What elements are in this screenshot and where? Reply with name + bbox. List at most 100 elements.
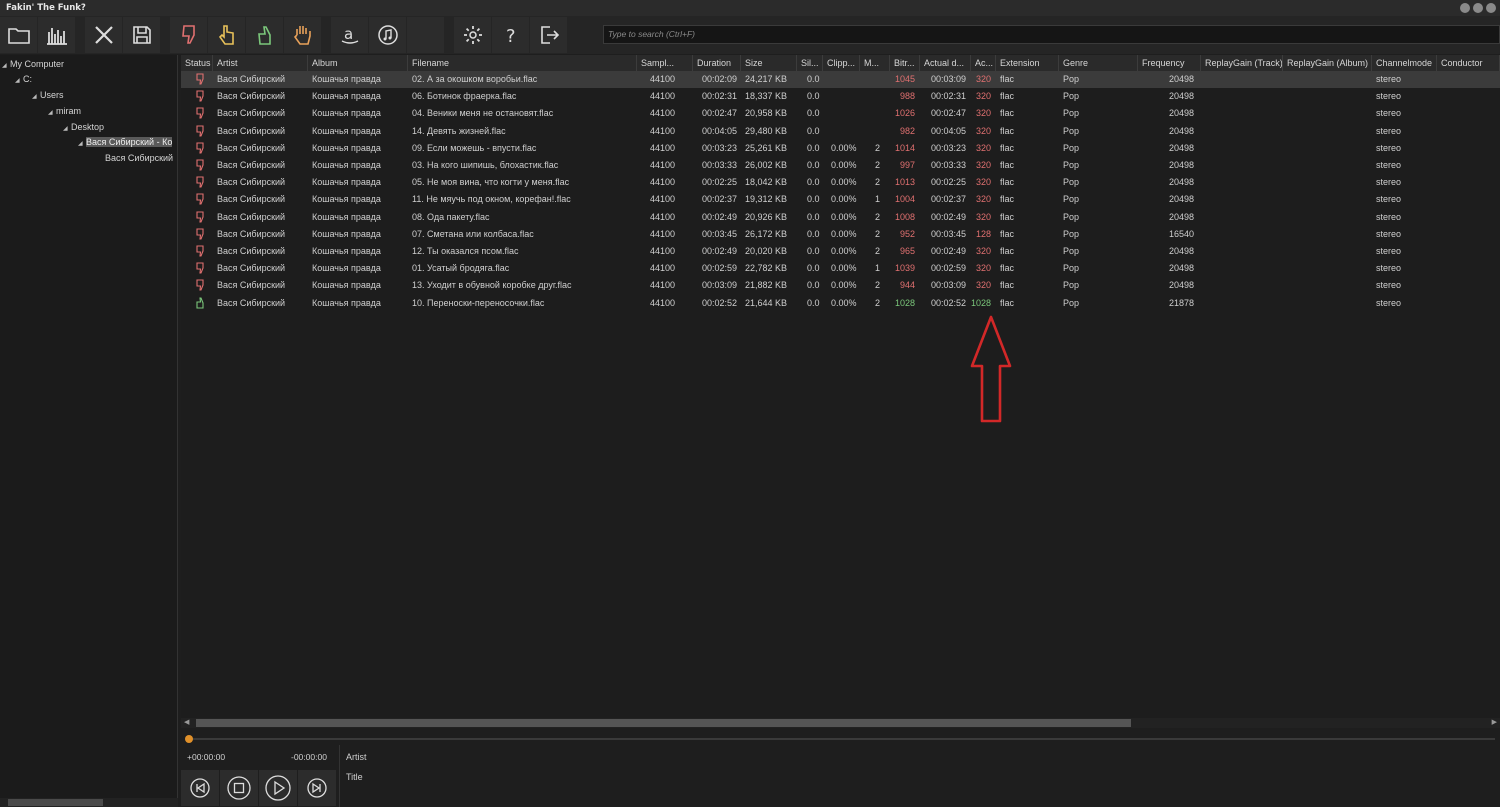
cell-sample: 44100 [649,160,675,170]
cell-filename: 06. Ботинок фраерка.flac [412,91,517,102]
thumbs-down-icon [191,105,209,122]
column-header[interactable]: M... [860,55,890,71]
tree-item-my-computer[interactable]: ◢ My Computer [2,57,64,71]
tree-scrollbar-thumb[interactable] [8,799,103,806]
table-row[interactable]: Вася Сибирский Кошачья правда 09. Если мож… [181,140,1500,157]
column-header[interactable]: ReplayGain (Track) [1201,55,1283,71]
cell-artist: Вася Сибирский [217,91,286,102]
cell-clip [827,123,860,140]
mark-good-button[interactable] [246,17,283,53]
table-horizontal-scrollbar[interactable]: ◀ ▶ [181,718,1500,728]
column-header[interactable]: Sil... [797,55,823,71]
cell-ac: 320 [975,177,991,188]
table-row[interactable]: Вася Сибирский Кошачья правда 14. Девять ж… [181,123,1500,140]
settings-button[interactable] [454,17,491,53]
table-row[interactable]: Вася Сибирский Кошачья правда 08. Ода паке… [181,209,1500,226]
mark-bad-button[interactable] [170,17,207,53]
column-header[interactable]: Clipp... [823,55,860,71]
cell-duration: 00:02:52 [701,297,737,308]
file-table[interactable]: Status Artist Album Filename Sampl... Duratio… [181,55,1500,718]
column-header[interactable]: Genre [1059,55,1138,71]
previous-button[interactable] [181,770,219,806]
cell-actual: 00:02:52 [930,297,966,308]
amazon-button[interactable]: a [331,17,368,53]
save-button[interactable] [123,17,160,53]
cell-sample: 44100 [649,91,675,102]
close-button[interactable] [1486,3,1496,13]
remove-button[interactable] [85,17,122,53]
stop-button[interactable] [220,770,258,806]
table-row[interactable]: Вася Сибирский Кошачья правда 12. Ты оказа… [181,243,1500,260]
table-row[interactable]: Вася Сибирский Кошачья правда 01. Усатый б… [181,260,1500,277]
tree-item-desktop[interactable]: ◢ Desktop [63,120,104,134]
search-input[interactable]: Type to search (Ctrl+F) [603,25,1500,44]
thumbs-down-icon [191,140,209,157]
table-row[interactable]: Вася Сибирский Кошачья правда 10. Переноск… [181,295,1500,312]
seek-bar[interactable] [187,738,1495,740]
column-header[interactable]: Actual d... [920,55,971,71]
table-row[interactable]: Вася Сибирский Кошачья правда 11. Не мяучь… [181,191,1500,208]
column-header[interactable]: ReplayGain (Album) [1283,55,1372,71]
seek-knob[interactable] [185,735,193,743]
maximize-button[interactable] [1473,3,1483,13]
minimize-button[interactable] [1460,3,1470,13]
column-header[interactable]: Filename [408,55,637,71]
thumbs-down-icon [191,260,209,277]
cell-filename: 05. Не моя вина, что когти у меня.flac [412,177,570,188]
cell-size: 29,480 KB [745,125,788,136]
table-row[interactable]: Вася Сибирский Кошачья правда 07. Сметана … [181,226,1500,243]
tree-item-miram[interactable]: ◢ miram [48,104,81,118]
column-header[interactable]: Bitr... [890,55,920,71]
spectrum-button[interactable] [38,17,75,53]
thumbs-down-icon [191,277,209,294]
cell-clip: 0.00% [831,194,857,205]
cell-duration: 00:03:09 [701,280,737,291]
stop-hand-button[interactable] [284,17,321,53]
tree-item-c-drive[interactable]: ◢ C: [15,72,32,86]
column-header[interactable]: Sampl... [637,55,693,71]
table-row[interactable]: Вася Сибирский Кошачья правда 06. Ботинок … [181,88,1500,105]
tree-label: My Computer [10,59,65,69]
empty-tool-button[interactable] [407,17,444,53]
folder-tree[interactable]: ◢ My Computer ◢ C: ◢ Users ◢ miram ◢ Desktop … [0,55,178,807]
scroll-right-icon[interactable]: ▶ [1492,718,1497,726]
cell-m: 2 [874,160,880,170]
cell-genre: Pop [1063,297,1080,308]
itunes-button[interactable] [369,17,406,53]
column-header[interactable]: Channelmode [1372,55,1437,71]
cell-genre: Pop [1063,280,1080,291]
exit-button[interactable] [530,17,567,53]
help-button[interactable]: ? [492,17,529,53]
open-folder-button[interactable] [0,17,37,53]
cell-filename: 08. Ода пакету.flac [412,211,490,222]
cell-filename: 12. Ты оказался псом.flac [412,246,519,256]
cell-channel: stereo [1376,125,1402,136]
column-header[interactable]: Conductor [1437,55,1500,71]
column-header[interactable]: Album [308,55,408,71]
tree-item-album-folder[interactable]: ◢ Вася Сибирский - Ко [78,135,178,149]
table-row[interactable]: Вася Сибирский Кошачья правда 04. Веники м… [181,105,1500,122]
hand-icon [293,26,311,45]
table-row[interactable]: Вася Сибирский Кошачья правда 03. На кого … [181,157,1500,174]
mark-suspicious-button[interactable] [208,17,245,53]
column-header[interactable]: Frequency [1138,55,1201,71]
column-header[interactable]: Size [741,55,797,71]
column-header[interactable]: Artist [213,55,308,71]
next-button[interactable] [298,770,336,806]
cell-filename: 01. Усатый бродяга.flac [412,263,510,274]
column-header[interactable]: Duration [693,55,741,71]
table-scrollbar-thumb[interactable] [196,719,1131,727]
scroll-left-icon[interactable]: ◀ [184,718,189,726]
tree-scrollbar[interactable] [0,798,178,807]
play-button[interactable] [259,770,297,806]
table-row[interactable]: Вася Сибирский Кошачья правда 02. А за око… [181,71,1500,88]
table-row[interactable]: Вася Сибирский Кошачья правда 05. Не моя в… [181,174,1500,191]
table-row[interactable]: Вася Сибирский Кошачья правда 13. Уходит в… [181,277,1500,294]
cell-duration: 00:04:05 [701,125,737,136]
tree-item-users[interactable]: ◢ Users [32,88,64,102]
tree-item-artist-folder[interactable]: Вася Сибирский [105,151,178,165]
cell-m: 1 [874,263,880,274]
column-header[interactable]: Status [181,55,213,71]
column-header[interactable]: Ac... [971,55,996,71]
column-header[interactable]: Extension [996,55,1059,71]
